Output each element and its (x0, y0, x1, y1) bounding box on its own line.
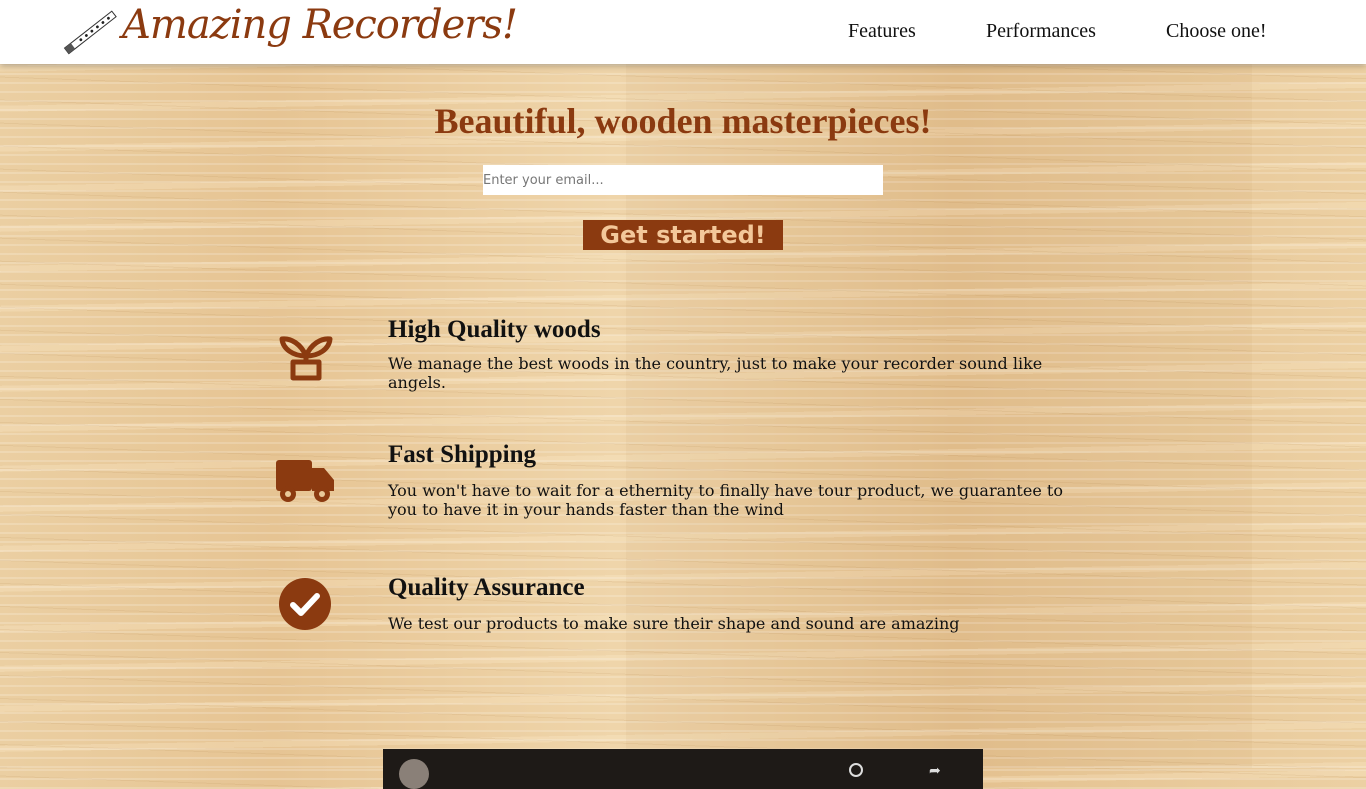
plant-pot-icon (279, 336, 333, 381)
feature-title: Fast Shipping (388, 441, 536, 468)
share-icon[interactable]: ➦ (929, 763, 941, 779)
feature-description: We test our products to make sure their … (388, 614, 960, 633)
brand-title[interactable]: Amazing Recorders! (122, 2, 518, 48)
hero-title: Beautiful, wooden masterpieces! (434, 101, 932, 141)
recorder-logo-image (63, 10, 117, 55)
feature-description: We manage the best woods in the country,… (388, 354, 1043, 392)
info-icon[interactable] (849, 763, 863, 777)
get-started-button[interactable]: Get started! (583, 220, 783, 250)
feature-title: High Quality woods (388, 316, 601, 343)
feature-title: Quality Assurance (388, 574, 585, 601)
nav-features-link[interactable]: Features (848, 20, 916, 43)
truck-icon (276, 460, 334, 502)
channel-avatar[interactable] (399, 759, 429, 789)
feature-description: You won't have to wait for a ethernity t… (388, 481, 1063, 519)
nav-choose-link[interactable]: Choose one! (1166, 20, 1267, 43)
check-circle-icon (279, 578, 331, 630)
nav-performances-link[interactable]: Performances (986, 20, 1096, 43)
video-embed[interactable]: ➦ (383, 749, 983, 789)
site-header: Amazing Recorders! Features Performances… (0, 0, 1366, 64)
email-input[interactable] (483, 165, 883, 195)
